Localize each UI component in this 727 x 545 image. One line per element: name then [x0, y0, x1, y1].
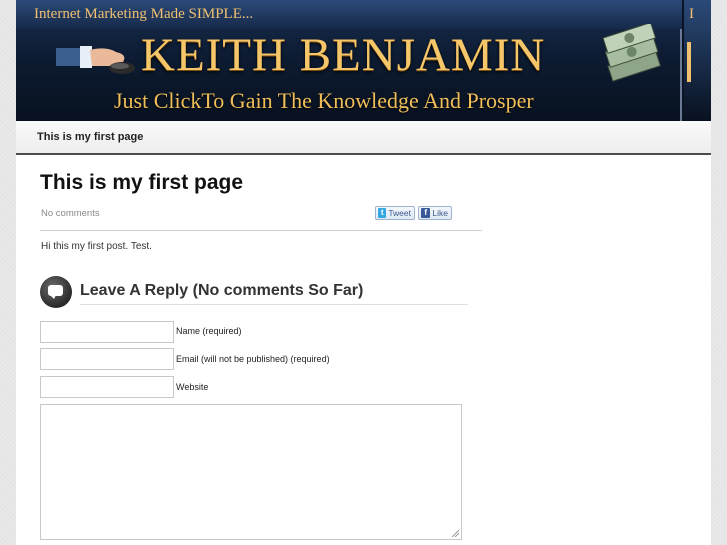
twitter-bird-icon: t	[378, 208, 387, 218]
like-button[interactable]: f Like	[418, 206, 452, 220]
banner-edge-glyph: I	[689, 6, 694, 22]
name-label: Name (required)	[176, 326, 242, 336]
website-field[interactable]	[40, 376, 174, 398]
reply-heading: Leave A Reply (No comments So Far)	[80, 282, 364, 299]
comment-bubble-icon	[40, 276, 72, 308]
comments-count-link[interactable]: No comments	[41, 208, 100, 219]
banner-tagline: Internet Marketing Made SIMPLE...	[34, 6, 254, 22]
tweet-button[interactable]: t Tweet	[375, 206, 415, 220]
email-field[interactable]	[40, 348, 174, 370]
page: Internet Marketing Made SIMPLE... KEITH …	[16, 0, 711, 545]
post-body: Hi this my first post. Test.	[41, 241, 152, 252]
reply-divider	[80, 304, 468, 305]
resize-grip-icon[interactable]	[451, 529, 459, 537]
post-divider	[40, 230, 482, 231]
header-banner[interactable]: Internet Marketing Made SIMPLE... KEITH …	[16, 0, 711, 121]
nav-item-first-page[interactable]: This is my first page	[37, 131, 143, 143]
banner-subtitle: Just ClickTo Gain The Knowledge And Pros…	[114, 88, 534, 113]
banner-edge: I	[684, 0, 711, 121]
money-stack-icon	[602, 24, 662, 82]
email-label: Email (will not be published) (required)	[176, 354, 330, 364]
comment-textarea[interactable]	[40, 404, 462, 540]
facebook-f-icon: f	[421, 208, 431, 218]
site-name: KEITH BENJAMIN	[141, 29, 546, 81]
tweet-label: Tweet	[388, 208, 411, 218]
like-label: Like	[432, 208, 448, 218]
hand-mouse-icon	[56, 46, 135, 74]
name-field[interactable]	[40, 321, 174, 343]
main-nav: This is my first page	[16, 121, 711, 155]
banner-main: Internet Marketing Made SIMPLE... KEITH …	[16, 0, 682, 121]
post-title[interactable]: This is my first page	[40, 171, 243, 195]
website-label: Website	[176, 382, 209, 392]
banner-edge-bar	[687, 42, 691, 82]
